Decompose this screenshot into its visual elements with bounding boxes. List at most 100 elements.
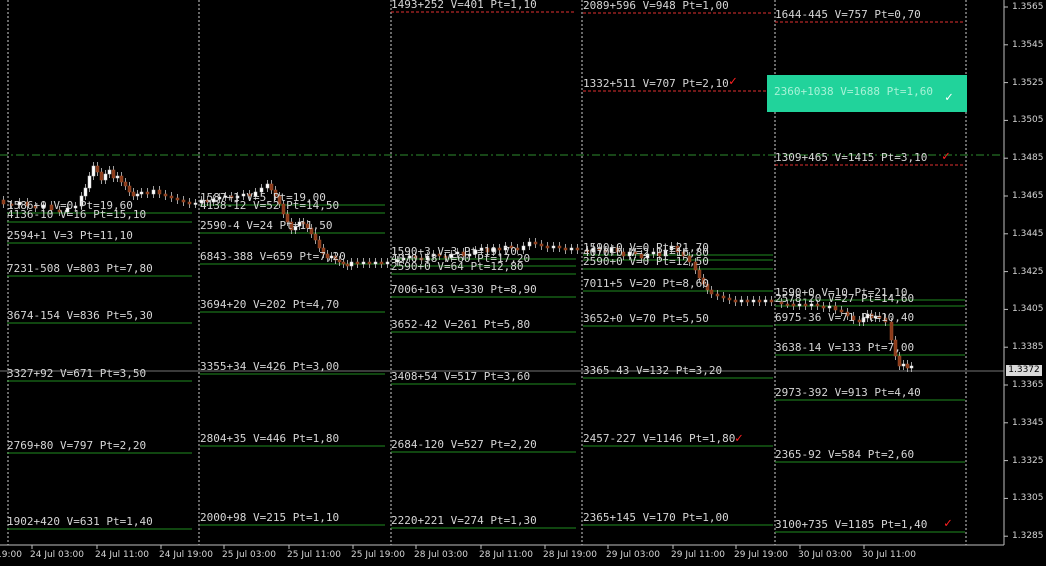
candle-body bbox=[757, 299, 762, 303]
time-axis-label: 28 Jul 19:00 bbox=[543, 550, 597, 560]
check-icon: ✓ bbox=[729, 74, 737, 89]
candle-body bbox=[91, 165, 96, 177]
candle-body bbox=[169, 195, 174, 199]
candle-body bbox=[367, 261, 372, 265]
candle-body bbox=[901, 363, 906, 367]
candle-body bbox=[527, 241, 532, 247]
candle-body bbox=[833, 305, 838, 311]
time-axis-label: 29 Jul 11:00 bbox=[671, 550, 725, 560]
candle-body bbox=[145, 191, 150, 195]
level-label: 3694+20 V=202 Pt=4,70 bbox=[200, 298, 340, 311]
level-label: 2590+0 V=0 Pt=12,50 bbox=[583, 255, 709, 268]
time-axis-label: 29 Jul 03:00 bbox=[606, 550, 660, 560]
candle-body bbox=[313, 233, 318, 241]
level-label: 2594+1 V=3 Pt=11,10 bbox=[7, 229, 133, 242]
candle-body bbox=[533, 241, 538, 245]
candle-body bbox=[745, 299, 750, 303]
candle-body bbox=[551, 245, 556, 249]
time-axis-label: 30 Jul 03:00 bbox=[798, 550, 852, 560]
level-label: 1493+252 V=401 Pt=1,10 bbox=[391, 0, 537, 11]
level-label: 2769+80 V=797 Pt=2,20 bbox=[7, 439, 147, 452]
candle-body bbox=[95, 165, 100, 173]
candle-body bbox=[83, 187, 88, 197]
candle-body bbox=[181, 199, 186, 203]
candle-body bbox=[131, 191, 136, 197]
candle-body bbox=[157, 189, 162, 195]
price-axis-label: 1.3325 bbox=[1012, 455, 1044, 466]
candle-body bbox=[909, 365, 914, 369]
candle-body bbox=[739, 299, 744, 303]
candle-body bbox=[563, 247, 568, 251]
price-axis-label: 1.3445 bbox=[1012, 228, 1044, 239]
level-label: 4136-10 V=16 Pt=15,10 bbox=[7, 208, 147, 221]
candle-body bbox=[373, 261, 378, 265]
candle-body bbox=[151, 189, 156, 195]
candle-body bbox=[349, 261, 354, 267]
price-axis-label: 1.3365 bbox=[1012, 380, 1044, 390]
level-label: 6975-36 V=71 Pt=10,40 bbox=[775, 311, 915, 324]
level-label: 2590-4 V=24 Pt=11,50 bbox=[200, 219, 333, 232]
candle-body bbox=[827, 305, 832, 309]
candle-body bbox=[355, 261, 360, 265]
level-label: 1644-445 V=757 Pt=0,70 bbox=[775, 8, 921, 21]
level-label: 3652-42 V=261 Pt=5,80 bbox=[391, 318, 531, 331]
time-axis-label: 25 Jul 11:00 bbox=[287, 550, 341, 560]
time-axis-label: 30 Jul 11:00 bbox=[862, 550, 916, 560]
level-label: 2457-227 V=1146 Pt=1,80 bbox=[583, 432, 736, 445]
candle-body bbox=[135, 193, 140, 197]
time-axis-label: 25 Jul 19:00 bbox=[351, 550, 405, 560]
candle-body bbox=[575, 247, 580, 251]
level-label: 3365-43 V=132 Pt=3,20 bbox=[583, 364, 723, 377]
time-axis-label: 29 Jul 19:00 bbox=[734, 550, 788, 560]
time-axis-label: 28 Jul 11:00 bbox=[479, 550, 533, 560]
level-label: 7006+163 V=330 Pt=8,90 bbox=[391, 283, 537, 296]
candle-body bbox=[521, 245, 526, 251]
candle-body bbox=[193, 202, 198, 205]
candle-body bbox=[111, 169, 116, 179]
highlight-box[interactable]: 2360+1038 V=1688 Pt=1,60 ✓ bbox=[767, 75, 967, 112]
time-axis-label: 24 Jul 11:00 bbox=[95, 550, 149, 560]
check-icon: ✓ bbox=[942, 149, 950, 164]
candle-body bbox=[769, 299, 774, 303]
candle-body bbox=[99, 171, 104, 181]
chart-area[interactable]: 2360+1038 V=1688 Pt=1,60 ✓ 1586+0 V=0 Pt… bbox=[0, 0, 1046, 566]
time-axis-label: 25 Jul 03:00 bbox=[222, 550, 276, 560]
level-label: 7011+5 V=20 Pt=8,60 bbox=[583, 277, 709, 290]
level-label: 2220+221 V=274 Pt=1,30 bbox=[391, 514, 537, 527]
candle-body bbox=[715, 293, 720, 297]
candle-body bbox=[721, 295, 726, 299]
candle-body bbox=[751, 299, 756, 303]
price-axis-label: 1.3405 bbox=[1012, 304, 1044, 315]
level-label: 2089+596 V=948 Pt=1,00 bbox=[583, 0, 729, 12]
candle-body bbox=[361, 261, 366, 265]
candle-body bbox=[905, 363, 910, 369]
level-label: 7231-508 V=803 Pt=7,80 bbox=[7, 262, 153, 275]
price-axis-label: 1.3305 bbox=[1012, 493, 1044, 504]
price-axis-label: 1.3425 bbox=[1012, 266, 1044, 277]
price-axis-label: 1.3485 bbox=[1012, 153, 1044, 164]
candle-body bbox=[87, 175, 92, 189]
level-label: 3355+34 V=426 Pt=3,00 bbox=[200, 360, 340, 373]
level-label: 2590+0 V=64 Pt=12,80 bbox=[391, 260, 524, 273]
price-axis-label: 1.3345 bbox=[1012, 417, 1044, 428]
level-label: 3327+92 V=671 Pt=3,50 bbox=[7, 367, 147, 380]
time-axis-label: 19:00 bbox=[0, 550, 22, 560]
level-label: 2365-92 V=584 Pt=2,60 bbox=[775, 448, 915, 461]
candle-body bbox=[123, 181, 128, 187]
level-label: 1332+511 V=707 Pt=2,10 bbox=[583, 77, 729, 90]
level-label: 1309+465 V=1415 Pt=3,10 bbox=[775, 151, 928, 164]
current-price-marker: 1.3372 bbox=[1006, 365, 1042, 376]
candle-body bbox=[709, 289, 714, 295]
candle-body bbox=[163, 193, 168, 197]
time-axis-label: 24 Jul 19:00 bbox=[159, 550, 213, 560]
candle-body bbox=[557, 245, 562, 249]
time-axis-label: 28 Jul 03:00 bbox=[414, 550, 468, 560]
level-label: 2578-20 V=27 Pt=14,60 bbox=[775, 292, 915, 305]
candle-body bbox=[733, 299, 738, 303]
candle-body bbox=[175, 197, 180, 201]
candle-body bbox=[727, 297, 732, 301]
candle-body bbox=[139, 191, 144, 195]
candle-body bbox=[103, 173, 108, 181]
candle-body bbox=[269, 183, 274, 191]
candle-body bbox=[385, 261, 390, 265]
